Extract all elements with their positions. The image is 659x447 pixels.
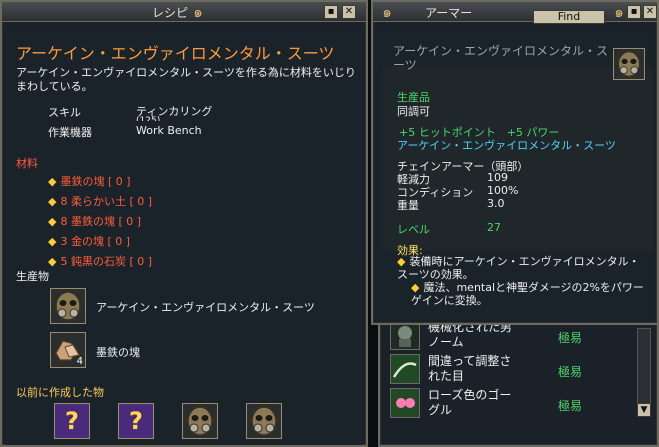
material-item: ◆ 8 柔らかい土 [ 0 ] <box>48 195 153 208</box>
ornament-icon: ๑ <box>193 3 203 21</box>
mask-icon[interactable] <box>182 403 218 439</box>
level-value: 27 <box>487 221 501 234</box>
product-name: アーケイン・エンヴァイロメンタル・スーツ <box>96 301 315 314</box>
ore-icon[interactable]: 4 <box>50 332 86 368</box>
bullet-icon: ◆ <box>48 215 57 228</box>
armor-titlebar[interactable]: ๑ アーマー Find ๑ ▪ ✕ <box>373 2 657 24</box>
bullet-icon: ◆ <box>48 255 57 268</box>
effect-line: ◆ 魔法、mentalと神聖ダメージの2%をパワーゲインに変換。 <box>411 281 644 307</box>
armor-window: ๑ アーマー Find ๑ ▪ ✕ アーケイン・エンヴァイロメンタル・スーツ 生… <box>371 0 659 325</box>
armor-window-title: アーマー <box>425 6 473 20</box>
bullet-icon: ◆ <box>411 281 420 294</box>
minimize-button[interactable]: ▪ <box>324 5 338 19</box>
set-name: アーケイン・エンヴァイロメンタル・スーツ <box>397 139 616 152</box>
material-item: ◆ 墨鉄の塊 [ 0 ] <box>48 175 131 188</box>
bullet-icon: ◆ <box>48 175 57 188</box>
eye-icon[interactable] <box>390 354 420 384</box>
mask-icon[interactable] <box>246 403 282 439</box>
level-label: レベル <box>397 223 430 236</box>
goggles-icon[interactable] <box>390 388 420 418</box>
stat-label: 重量 <box>397 199 419 212</box>
armor-tooltip: アーケイン・エンヴァイロメンタル・スーツ 生産品 同調可 +5 ヒットポイント … <box>377 26 653 319</box>
list-item-difficulty: 極易 <box>558 399 583 413</box>
skill-value-clipped: (125) <box>136 116 161 121</box>
scroll-down-button[interactable]: ▼ <box>637 403 651 417</box>
find-button[interactable]: Find <box>533 10 605 24</box>
stat-value: 3.0 <box>487 197 505 210</box>
attunable-tag: 同調可 <box>397 105 430 118</box>
armor-item-name: アーケイン・エンヴァイロメンタル・スーツ <box>393 44 609 72</box>
stat-value: 109 <box>487 171 508 184</box>
recipe-body: アーケイン・エンヴァイロメンタル・スーツ アーケイン・エンヴァイロメンタル・スー… <box>6 26 362 445</box>
list-item-name[interactable]: ローズ色のゴーグル <box>428 388 518 418</box>
effect-line: ◆ 装備時にアーケイン・エンヴァイロメンタル・スーツの効果。 <box>397 255 640 281</box>
stat-value: 100% <box>487 184 519 197</box>
recipe-description: アーケイン・エンヴァイロメンタル・スーツを作る為に材料をいじりまわしている。 <box>16 66 356 93</box>
material-item: ◆ 5 鈍黒の石炭 [ 0 ] <box>48 255 153 268</box>
close-button[interactable]: ✕ <box>643 5 657 19</box>
list-item-difficulty: 極易 <box>558 331 583 345</box>
skill-label: スキル <box>48 106 81 119</box>
product-quantity: 4 <box>76 356 83 367</box>
mask-icon <box>613 48 645 80</box>
mask-icon[interactable] <box>50 288 86 324</box>
list-item-name[interactable]: 間違って調整された目 <box>428 354 518 384</box>
bullet-icon: ◆ <box>48 195 57 208</box>
material-item: ◆ 8 墨鉄の塊 [ 0 ] <box>48 215 142 228</box>
recipe-titlebar[interactable]: レシピ ๑ ▪ ✕ <box>2 2 366 22</box>
question-icon[interactable]: ? <box>118 403 154 439</box>
recipe-window-title: レシピ <box>152 6 189 20</box>
products-heading: 生産物 <box>16 270 49 283</box>
material-item: ◆ 3 金の塊 [ 0 ] <box>48 235 131 248</box>
recipe-window: レシピ ๑ ▪ ✕ アーケイン・エンヴァイロメンタル・スーツ アーケイン・エンヴ… <box>0 0 368 447</box>
recipe-item-title: アーケイン・エンヴァイロメンタル・スーツ <box>16 44 335 63</box>
station-label: 作業機器 <box>48 126 92 139</box>
ornament-icon: ๑ <box>382 3 392 21</box>
bullet-icon: ◆ <box>397 255 406 268</box>
previous-heading: 以前に作成した物 <box>16 386 104 399</box>
minimize-button[interactable]: ▪ <box>627 5 641 19</box>
close-button[interactable]: ✕ <box>342 5 356 19</box>
station-value: Work Bench <box>136 124 202 137</box>
materials-heading: 材料 <box>16 157 38 170</box>
product-name: 墨鉄の塊 <box>96 346 140 359</box>
list-item-difficulty: 極易 <box>558 365 583 379</box>
question-icon[interactable]: ? <box>54 403 90 439</box>
bullet-icon: ◆ <box>48 235 57 248</box>
